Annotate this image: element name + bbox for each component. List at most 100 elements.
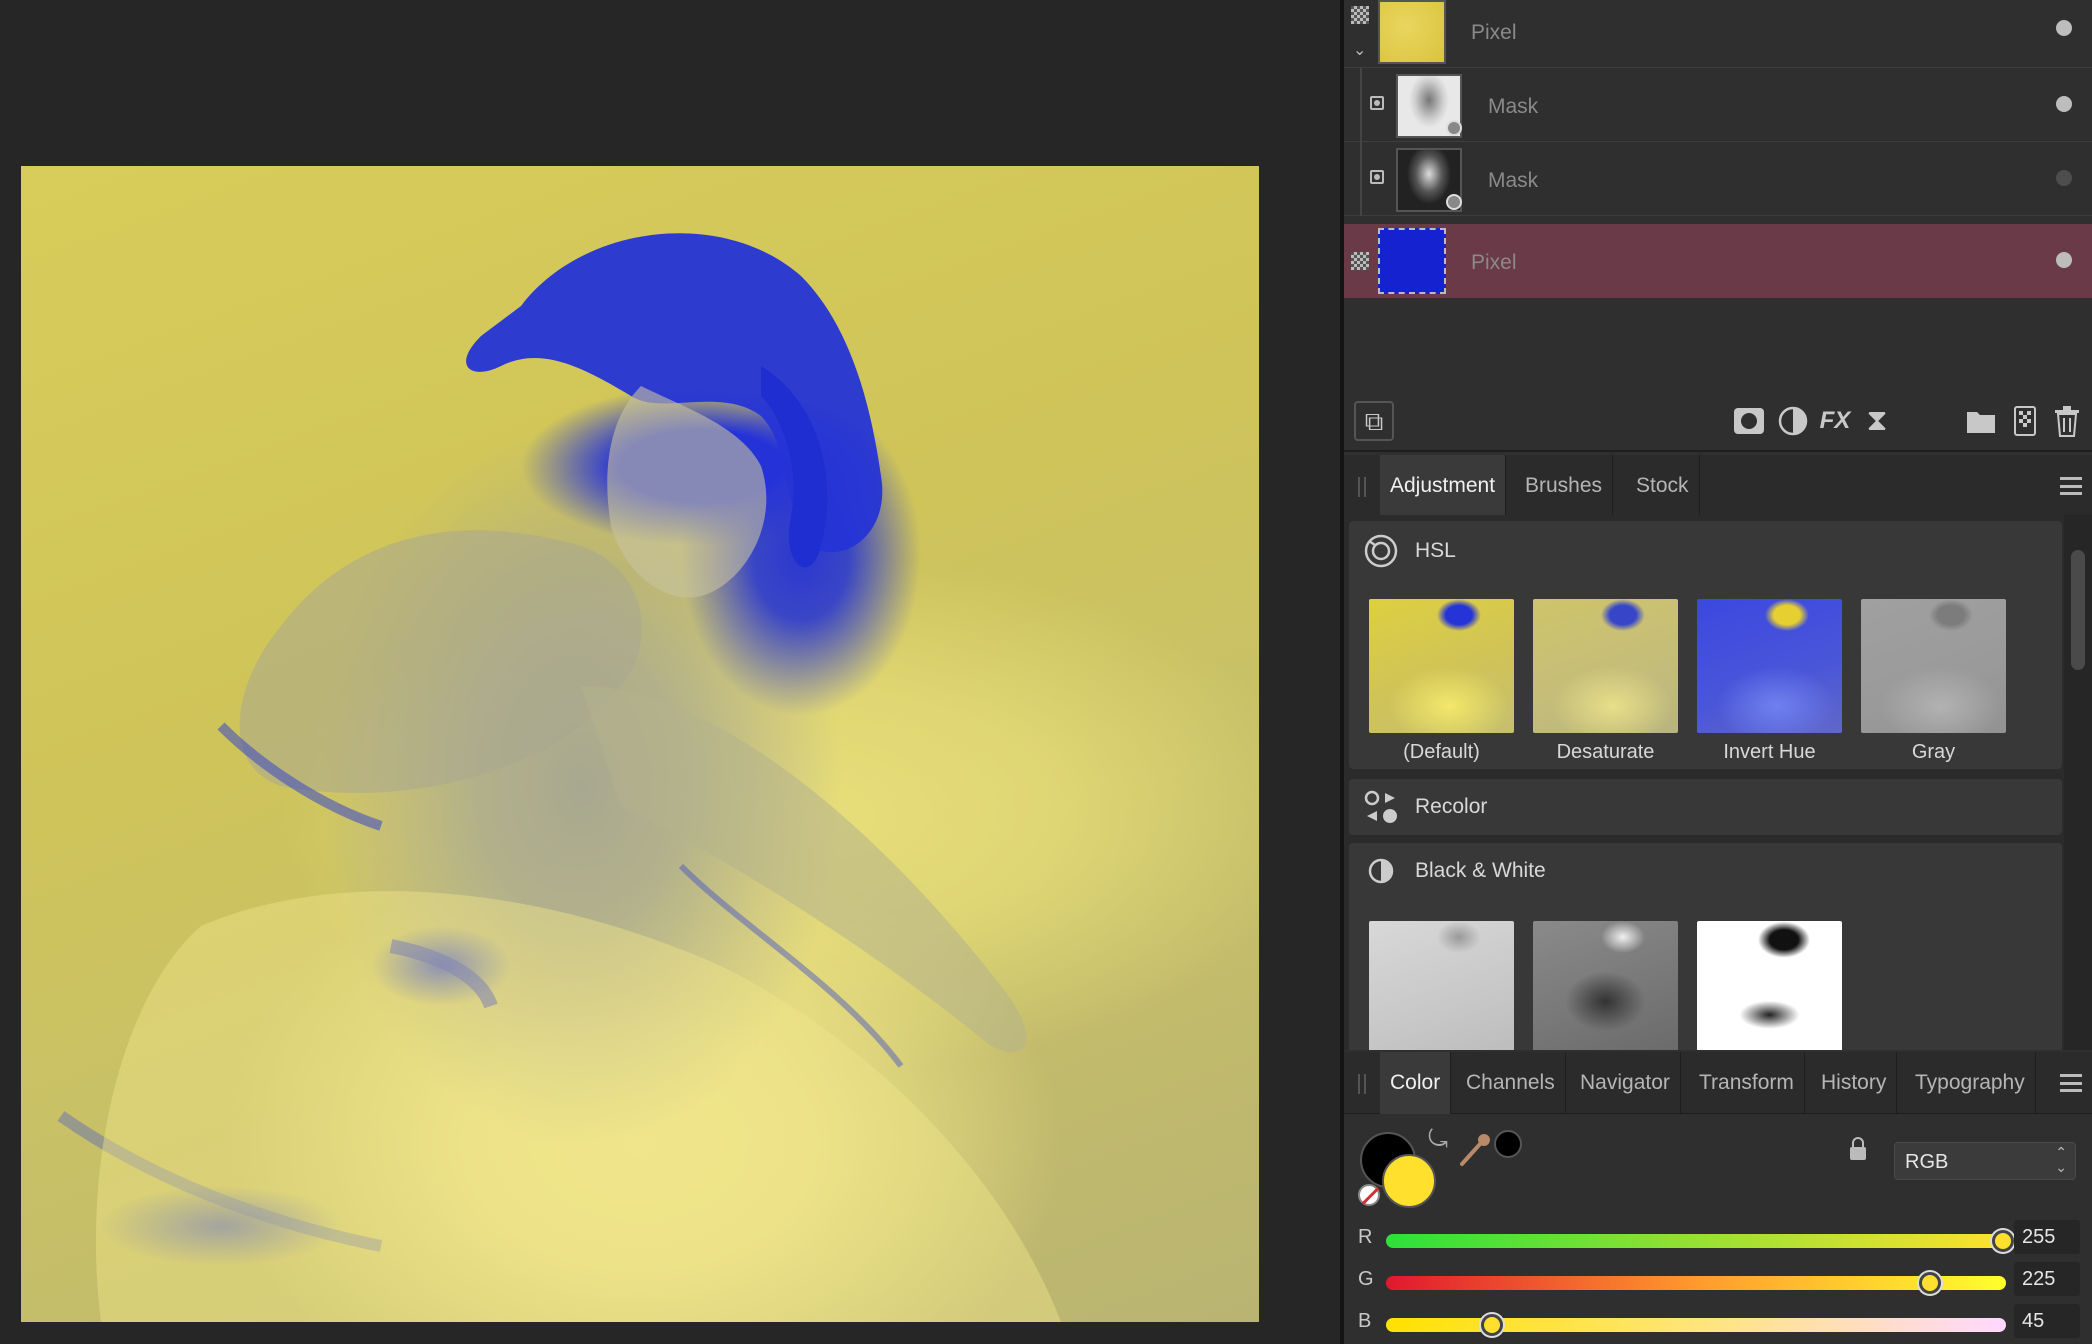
preset-thumbnail <box>1697 921 1842 1050</box>
visibility-toggle[interactable] <box>2056 96 2072 112</box>
no-color-icon[interactable] <box>1358 1184 1380 1206</box>
layer-row[interactable]: Mask <box>1344 68 2092 142</box>
photo-artwork <box>57 233 1061 1322</box>
preset-bw-3[interactable] <box>1697 921 1842 1050</box>
slider-row-r: R 255 <box>1344 1220 2092 1260</box>
document-canvas[interactable] <box>21 166 1259 1322</box>
panel-grip-icon[interactable] <box>1358 1074 1366 1094</box>
blue-slider-knob[interactable] <box>1481 1314 1504 1336</box>
preset-label: (Default) <box>1403 741 1480 763</box>
adjustment-group-recolor: Recolor <box>1349 779 2062 835</box>
panel-menu-icon[interactable] <box>2060 477 2082 495</box>
tab-navigator[interactable]: Navigator <box>1570 1052 1681 1114</box>
green-value-input[interactable]: 225 <box>2014 1262 2080 1296</box>
adjustment-icon[interactable] <box>1776 404 1810 438</box>
visibility-toggle[interactable] <box>2056 20 2072 36</box>
preset-thumbnail <box>1861 599 2006 733</box>
layer-name: Mask <box>1488 169 1539 192</box>
studio-tabbar-bottom: Color Channels Navigator Transform Histo… <box>1344 1052 2092 1114</box>
channel-label: G <box>1358 1268 1374 1290</box>
layer-thumbnail <box>1378 0 1446 64</box>
color-model-value: RGB <box>1905 1151 1949 1173</box>
secondary-color-swatch[interactable] <box>1382 1154 1436 1208</box>
live-filter-icon[interactable]: ⧗ <box>1860 404 1894 438</box>
swap-colors-icon[interactable]: ⤿ <box>1428 1126 1448 1154</box>
red-slider-track[interactable] <box>1386 1234 2006 1248</box>
preset-invert-hue[interactable]: Invert Hue <box>1697 599 1842 764</box>
fx-icon[interactable]: FX <box>1818 404 1852 438</box>
layer-thumbnail <box>1378 228 1446 294</box>
adjustment-group-header[interactable]: Recolor <box>1349 779 2062 835</box>
canvas-area[interactable] <box>0 0 1340 1344</box>
studio-tabbar-top: Adjustment Brushes Stock <box>1344 455 2092 517</box>
green-slider-knob[interactable] <box>1918 1272 1941 1294</box>
red-slider-knob[interactable] <box>1992 1230 2014 1252</box>
tree-line <box>1360 142 1362 216</box>
blue-value-input[interactable]: 45 <box>2014 1304 2080 1338</box>
mask-icon <box>1370 96 1384 110</box>
trash-icon[interactable] <box>2050 404 2084 438</box>
adjustment-group-black-white: Black & White <box>1349 843 2062 1050</box>
layers-icon[interactable]: ⧉ <box>1354 401 1394 441</box>
green-slider-track[interactable] <box>1386 1276 2006 1290</box>
slider-row-g: G 225 <box>1344 1262 2092 1302</box>
tab-stock[interactable]: Stock <box>1626 455 1700 517</box>
preset-thumbnail <box>1533 599 1678 733</box>
tab-history[interactable]: History <box>1811 1052 1898 1114</box>
pixel-layer-icon <box>1351 252 1369 270</box>
tab-color[interactable]: Color <box>1380 1052 1452 1114</box>
preset-desaturate[interactable]: Desaturate <box>1533 599 1678 764</box>
lock-icon[interactable] <box>1848 1136 1868 1167</box>
layer-name: Pixel <box>1471 251 1517 274</box>
adjustments-panel: HSL (Default) Desaturate Invert Hue Gray <box>1344 515 2092 1050</box>
chevron-down-icon[interactable]: ⌄ <box>1353 40 1366 60</box>
color-picker-icon[interactable] <box>1456 1128 1496 1173</box>
tab-channels[interactable]: Channels <box>1456 1052 1566 1114</box>
preset-bw-2[interactable] <box>1533 921 1678 1050</box>
layer-name: Mask <box>1488 95 1539 118</box>
mask-icon <box>1370 170 1384 184</box>
red-value-input[interactable]: 255 <box>2014 1220 2080 1254</box>
tab-transform[interactable]: Transform <box>1689 1052 1805 1114</box>
slider-row-b: B 45 <box>1344 1304 2092 1344</box>
color-model-select[interactable]: RGB ⌃ ⌄ <box>1894 1142 2076 1180</box>
adjustment-group-title: Recolor <box>1415 795 1488 818</box>
layers-toolbar: ⧉ FX ⧗ <box>1344 390 2092 452</box>
panel-grip-icon[interactable] <box>1358 477 1366 497</box>
layers-panel: ⌄ Pixel Mask Mask Pixel <box>1344 0 2092 388</box>
color-panel: ⤿ RGB ⌃ ⌄ R 255 G 225 B 45 <box>1344 1114 2092 1344</box>
recolor-icon <box>1364 790 1397 823</box>
preset-thumbnail <box>1533 921 1678 1050</box>
mask-icon[interactable] <box>1732 404 1766 438</box>
pixel-layer-icon[interactable] <box>2008 404 2042 438</box>
preset-bw-1[interactable] <box>1369 921 1514 1050</box>
group-icon[interactable] <box>1964 404 1998 438</box>
preset-thumbnail <box>1369 921 1514 1050</box>
preset-gray[interactable]: Gray <box>1861 599 2006 764</box>
adjustment-group-header[interactable]: Black & White <box>1349 843 2062 899</box>
tab-brushes[interactable]: Brushes <box>1515 455 1614 517</box>
tab-adjustment[interactable]: Adjustment <box>1380 455 1507 517</box>
adjustment-badge-icon <box>1446 120 1462 136</box>
scrollbar-thumb[interactable] <box>2071 550 2085 670</box>
visibility-toggle[interactable] <box>2056 170 2072 186</box>
adjustment-badge-icon <box>1446 194 1462 210</box>
layer-name: Pixel <box>1471 21 1517 44</box>
picked-color-swatch[interactable] <box>1494 1130 1522 1158</box>
adjustment-group-title: HSL <box>1415 539 1456 562</box>
layer-row[interactable]: ⌄ Pixel <box>1344 0 2092 68</box>
visibility-toggle[interactable] <box>2056 252 2072 268</box>
hsl-icon <box>1364 534 1398 568</box>
layer-row-selected[interactable]: Pixel <box>1344 224 2092 298</box>
preset-default[interactable]: (Default) <box>1369 599 1514 764</box>
blue-slider-track[interactable] <box>1386 1318 2006 1332</box>
tab-typography[interactable]: Typography <box>1905 1052 2036 1114</box>
layer-row[interactable]: Mask <box>1344 142 2092 216</box>
preset-label: Desaturate <box>1556 741 1655 763</box>
panel-menu-icon[interactable] <box>2060 1074 2082 1092</box>
adjustments-scrollbar[interactable] <box>2064 515 2092 1050</box>
adjustment-group-hsl: HSL (Default) Desaturate Invert Hue Gray <box>1349 521 2062 769</box>
channel-label: B <box>1358 1310 1372 1332</box>
preset-label: Gray <box>1911 741 1956 763</box>
adjustment-group-header[interactable]: HSL <box>1349 521 2062 581</box>
